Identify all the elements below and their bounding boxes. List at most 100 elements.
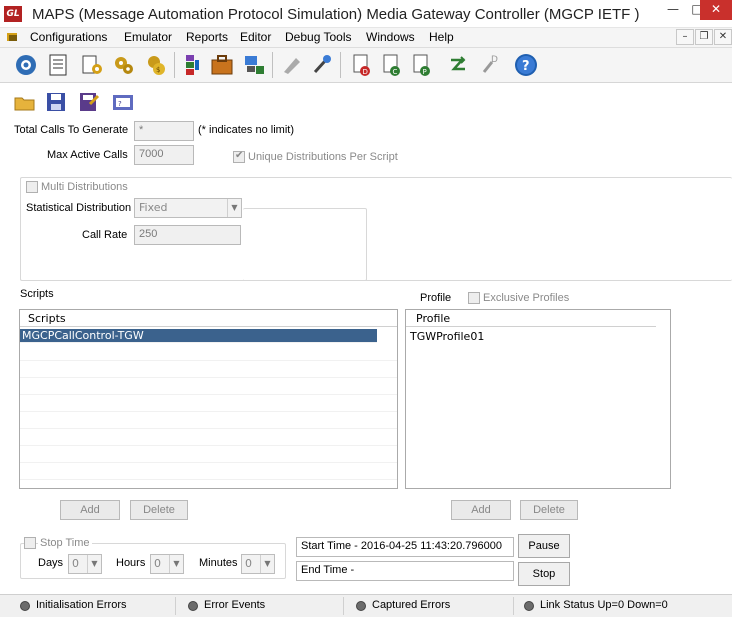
stat-distribution-value: Fixed <box>139 201 168 214</box>
profile-name: TGWProfile01 <box>410 330 485 343</box>
briefcase-icon[interactable] <box>210 52 234 78</box>
tools-icon[interactable] <box>310 52 334 78</box>
profile-column-header[interactable]: Profile <box>416 312 450 325</box>
profiles-list-header: Profile <box>406 310 656 327</box>
app-menu-icon[interactable] <box>6 31 20 44</box>
svg-text:$: $ <box>156 66 160 74</box>
open-folder-icon[interactable] <box>14 92 36 112</box>
status-link-status[interactable]: Link Status Up=0 Down=0 <box>518 597 714 615</box>
script-document-icon[interactable] <box>46 52 70 78</box>
menu-bar: Configurations Emulator Reports Editor D… <box>0 28 732 48</box>
toolbar-separator <box>272 52 273 78</box>
total-calls-input[interactable]: * <box>134 121 194 141</box>
chevron-down-icon: ▼ <box>87 555 101 573</box>
menu-windows[interactable]: Windows <box>366 30 415 44</box>
scripts-delete-button[interactable]: Delete <box>130 500 188 520</box>
mdi-restore-button[interactable]: ❐ <box>695 29 713 45</box>
start-time-display: Start Time - 2016-04-25 11:43:20.796000 <box>296 537 514 557</box>
scripts-list-header: Scripts <box>20 310 397 327</box>
doc-c-icon[interactable]: C <box>380 52 404 78</box>
list-row-empty <box>20 395 397 412</box>
menu-editor[interactable]: Editor <box>240 30 271 44</box>
edit-script-icon[interactable] <box>80 52 104 78</box>
stop-button[interactable]: Stop <box>518 562 570 586</box>
coins-gears-icon[interactable]: $ <box>144 52 168 78</box>
profiles-list[interactable]: Profile TGWProfile01 <box>405 309 671 489</box>
max-active-input[interactable]: 7000 <box>134 145 194 165</box>
status-link-status-label: Link Status Up=0 Down=0 <box>540 599 668 611</box>
svg-text:P: P <box>423 68 427 76</box>
days-label: Days <box>38 557 64 569</box>
total-calls-label: Total Calls To Generate <box>14 124 129 136</box>
main-toolbar: $ D C P D ? <box>0 48 732 83</box>
unique-distributions-checkbox[interactable] <box>233 150 245 163</box>
svg-text:D: D <box>363 68 368 76</box>
settings-gear-icon[interactable] <box>14 52 38 78</box>
doc-d-icon[interactable]: D <box>350 52 374 78</box>
close-button[interactable]: ✕ <box>700 0 732 20</box>
pen-disabled-icon[interactable] <box>280 52 304 78</box>
exclusive-profiles-checkbox[interactable] <box>468 292 480 304</box>
svg-text:?: ? <box>522 59 530 74</box>
save-icon[interactable] <box>45 92 67 112</box>
film-script-icon[interactable]: ? <box>112 92 134 112</box>
pause-button[interactable]: Pause <box>518 534 570 558</box>
call-rate-input[interactable]: 250 <box>134 225 241 245</box>
status-led-icon <box>20 601 30 611</box>
profiles-delete-button[interactable]: Delete <box>520 500 578 520</box>
multi-distributions-checkbox[interactable] <box>26 181 38 193</box>
toolbar-separator <box>174 52 175 78</box>
help-icon[interactable]: ? <box>514 52 538 78</box>
minutes-value: 0 <box>245 557 252 570</box>
status-error-events[interactable]: Error Events <box>182 597 344 615</box>
hours-label: Hours <box>116 557 146 569</box>
menu-help[interactable]: Help <box>429 30 454 44</box>
days-spinner[interactable]: 0 ▼ <box>68 554 102 574</box>
status-bar: Initialisation Errors Error Events Captu… <box>0 594 732 617</box>
network-lock-icon[interactable] <box>242 52 266 78</box>
menu-reports[interactable]: Reports <box>186 30 228 44</box>
minutes-spinner[interactable]: 0 ▼ <box>241 554 275 574</box>
unique-distributions-label: Unique Distributions Per Script <box>248 151 398 163</box>
profiles-add-button[interactable]: Add <box>451 500 511 520</box>
save-as-icon[interactable] <box>78 92 100 112</box>
wrench-d-icon[interactable]: D <box>478 52 502 78</box>
doc-p-icon[interactable]: P <box>410 52 434 78</box>
exclusive-profiles-label: Exclusive Profiles <box>483 292 570 304</box>
list-item[interactable]: MGCPCallControl-TGW <box>20 329 377 343</box>
menu-debug-tools[interactable]: Debug Tools <box>285 30 352 44</box>
stat-distribution-select[interactable]: Fixed ▼ <box>134 198 242 218</box>
list-row-empty <box>20 463 397 480</box>
list-item[interactable]: TGWProfile01 <box>410 330 484 343</box>
mdi-close-button[interactable]: ✕ <box>714 29 732 45</box>
status-initialisation-errors[interactable]: Initialisation Errors <box>14 597 176 615</box>
status-error-events-label: Error Events <box>204 599 266 611</box>
days-value: 0 <box>72 557 79 570</box>
mdi-minimize-button[interactable]: – <box>676 29 694 45</box>
hours-spinner[interactable]: 0 ▼ <box>150 554 184 574</box>
scripts-list[interactable]: Scripts MGCPCallControl-TGW <box>19 309 398 489</box>
scripts-column-header[interactable]: Scripts <box>28 312 66 325</box>
menu-configurations[interactable]: Configurations <box>30 30 107 44</box>
chevron-down-icon: ▼ <box>260 555 274 573</box>
stat-distribution-label: Statistical Distribution <box>26 202 132 214</box>
minutes-label: Minutes <box>199 557 238 569</box>
hours-value: 0 <box>154 557 161 570</box>
menu-emulator[interactable]: Emulator <box>124 30 172 44</box>
scripts-section-label: Scripts <box>20 288 54 300</box>
list-row-empty <box>20 429 397 446</box>
stop-time-checkbox[interactable] <box>24 537 36 549</box>
scripts-add-button[interactable]: Add <box>60 500 120 520</box>
gears-icon[interactable] <box>112 52 136 78</box>
list-row-empty <box>20 344 397 361</box>
chevron-down-icon: ▼ <box>169 555 183 573</box>
refresh-z-icon[interactable] <box>446 52 470 78</box>
profile-blocks-icon[interactable] <box>180 52 204 78</box>
title-bar: GL MAPS (Message Automation Protocol Sim… <box>0 0 732 28</box>
multi-distributions-label: Multi Distributions <box>41 181 128 193</box>
chevron-down-icon: ▼ <box>227 199 241 217</box>
stop-time-label: Stop Time <box>38 537 92 549</box>
status-initialisation-errors-label: Initialisation Errors <box>36 599 127 611</box>
status-led-icon <box>524 601 534 611</box>
status-captured-errors[interactable]: Captured Errors <box>350 597 514 615</box>
